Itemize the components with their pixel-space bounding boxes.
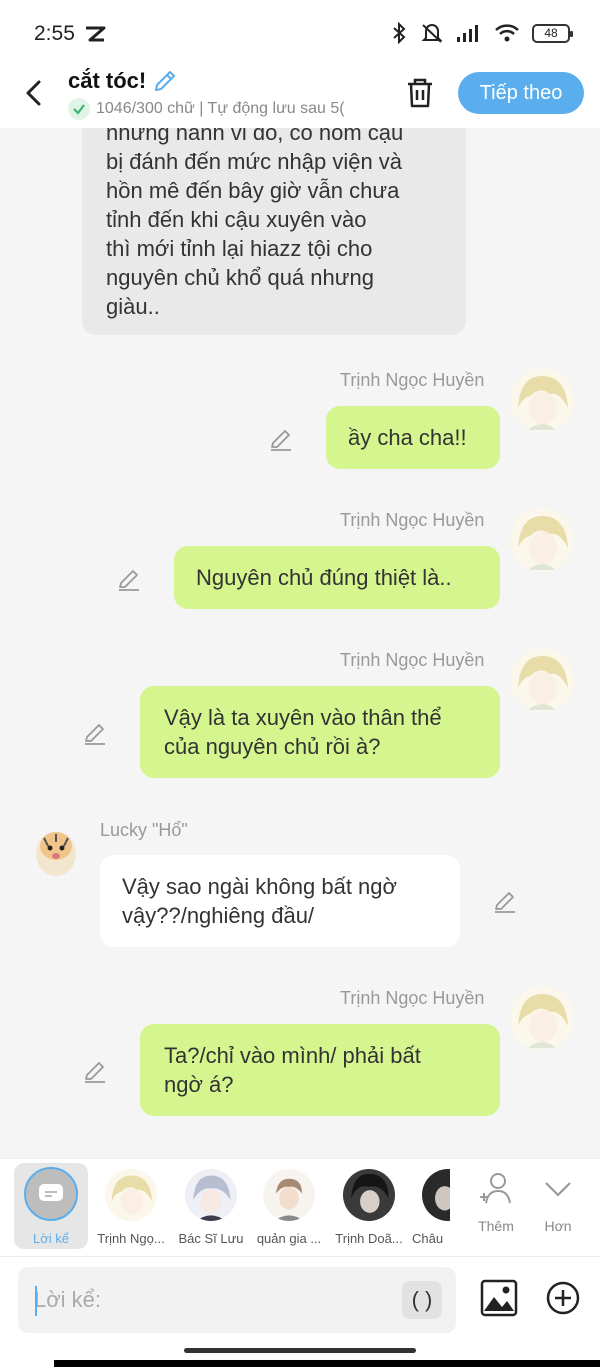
avatar[interactable]	[510, 648, 574, 712]
message-input-box[interactable]: ( )	[18, 1267, 456, 1333]
narration-line: nguyên chủ khổ quá nhưng	[106, 265, 374, 290]
nav-strip	[54, 1360, 600, 1367]
sender-name: Trịnh Ngọc Huyền	[340, 988, 485, 1008]
character-label: quản gia ...	[256, 1231, 322, 1246]
avatar[interactable]	[510, 986, 574, 1050]
text-cursor	[35, 1286, 37, 1316]
word-count-status: 1046/300 chữ | Tự động lưu sau 5(	[96, 100, 345, 117]
story-title: cắt tóc!	[68, 68, 147, 93]
message-text: của nguyên chủ rồi à?	[164, 734, 381, 759]
more-button[interactable]: Hơn	[528, 1169, 588, 1234]
action-parentheses-button[interactable]: ( )	[402, 1281, 442, 1319]
message-bubble[interactable]: Ta?/chỉ vào mình/ phải bất ngờ á?	[140, 1024, 500, 1116]
narration-line: hồn mê đến bây giờ vẫn chưa	[106, 178, 400, 203]
character-item[interactable]: Châu	[408, 1167, 450, 1246]
edit-message-icon[interactable]	[82, 720, 108, 746]
narration-line: thì mới tỉnh lại hiazz tội cho	[106, 236, 373, 261]
chevron-down-icon	[545, 1182, 571, 1197]
wifi-icon	[495, 24, 519, 42]
saved-check-icon	[68, 98, 90, 120]
message-text: vậy??/nghiêng đầu/	[122, 903, 315, 928]
character-label: Trịnh Ngọ...	[97, 1231, 165, 1246]
character-item[interactable]: Trịnh Doã...	[330, 1167, 408, 1246]
home-indicator[interactable]	[184, 1348, 416, 1353]
message-bubble[interactable]: ầy cha cha!!	[326, 406, 500, 469]
status-bar: 2:55 48	[0, 0, 600, 66]
avatar	[343, 1169, 395, 1221]
character-item[interactable]: Lời kể	[12, 1167, 90, 1246]
sender-name: Lucky "Hổ"	[100, 820, 188, 840]
message-bubble[interactable]: Nguyên chủ đúng thiệt là..	[174, 546, 500, 609]
character-label: Lời kể	[33, 1231, 69, 1246]
avatar	[185, 1169, 237, 1221]
signal-icon	[457, 25, 478, 42]
system-nav-bar	[0, 1342, 600, 1367]
message-text: ầy cha cha!!	[348, 425, 467, 450]
save-status: 1046/300 chữ | Tự động lưu sau 5(	[68, 98, 380, 120]
back-arrow-icon[interactable]	[22, 78, 46, 108]
edit-title-icon[interactable]	[152, 68, 178, 94]
more-label: Hơn	[544, 1218, 572, 1234]
avatar	[422, 1169, 450, 1221]
mute-icon	[421, 24, 443, 43]
avatar	[263, 1169, 315, 1221]
message-bubble[interactable]: Vậy là ta xuyên vào thân thể của nguyên …	[140, 686, 500, 778]
character-label: Trịnh Doã...	[335, 1231, 403, 1246]
battery-icon: 48	[532, 23, 573, 43]
character-bar: Lời kể Trịnh Ngọ... Bác Sĩ Lưu quản gia …	[0, 1158, 600, 1256]
message-text: Vậy là ta xuyên vào thân thể	[164, 705, 442, 730]
header: cắt tóc! 1046/300 chữ | Tự động lưu sau …	[0, 66, 600, 128]
narration-bubble[interactable]: nhưng hành vi đó, có hôm cậu bị đánh đến…	[82, 128, 466, 335]
character-item[interactable]: quản gia ...	[250, 1167, 328, 1246]
status-icons: 48	[390, 22, 573, 44]
edit-message-icon[interactable]	[82, 1058, 108, 1084]
narration-line: tỉnh đến khi cậu xuyên vào	[106, 207, 367, 232]
message-text: Nguyên chủ đúng thiệt là..	[196, 565, 452, 590]
capcut-icon	[86, 26, 106, 42]
image-icon[interactable]	[480, 1279, 518, 1317]
input-bar: ( )	[0, 1256, 600, 1342]
avatar[interactable]	[510, 508, 574, 572]
narration-line: bị đánh đến mức nhập viện và	[106, 149, 403, 174]
plus-icon[interactable]	[546, 1281, 580, 1315]
character-label: Châu	[412, 1231, 444, 1246]
avatar[interactable]	[24, 818, 88, 882]
message-text: ngờ á?	[164, 1072, 234, 1097]
character-item[interactable]: Bác Sĩ Lưu	[172, 1167, 250, 1246]
bluetooth-icon	[393, 22, 406, 44]
narration-line: nhưng hành vi đó, có hôm cậu	[106, 128, 404, 145]
message-bubble[interactable]: Vậy sao ngài không bất ngờ vậy??/nghiêng…	[100, 855, 460, 947]
avatar	[105, 1169, 157, 1221]
message-text: Ta?/chỉ vào mình/ phải bất	[164, 1043, 421, 1068]
narration-line: giàu..	[106, 294, 160, 319]
edit-message-icon[interactable]	[492, 888, 518, 914]
message-text: Vậy sao ngài không bất ngờ	[122, 874, 397, 899]
add-person-icon	[480, 1173, 511, 1204]
chat-area[interactable]: nhưng hành vi đó, có hôm cậu bị đánh đến…	[0, 128, 600, 1158]
edit-message-icon[interactable]	[116, 566, 142, 592]
sender-name: Trịnh Ngọc Huyền	[340, 370, 485, 390]
status-time: 2:55	[34, 22, 75, 45]
message-input[interactable]	[34, 1283, 394, 1317]
avatar[interactable]	[510, 368, 574, 432]
character-item[interactable]: Trịnh Ngọ...	[92, 1167, 170, 1246]
add-label: Thêm	[478, 1218, 514, 1234]
title-row: cắt tóc!	[68, 68, 178, 94]
next-button[interactable]: Tiếp theo	[458, 72, 584, 114]
character-label: Bác Sĩ Lưu	[178, 1231, 244, 1246]
edit-message-icon[interactable]	[268, 426, 294, 452]
sender-name: Trịnh Ngọc Huyền	[340, 650, 485, 670]
sender-name: Trịnh Ngọc Huyền	[340, 510, 485, 530]
trash-icon[interactable]	[404, 76, 436, 110]
add-character-button[interactable]: Thêm	[466, 1169, 526, 1234]
